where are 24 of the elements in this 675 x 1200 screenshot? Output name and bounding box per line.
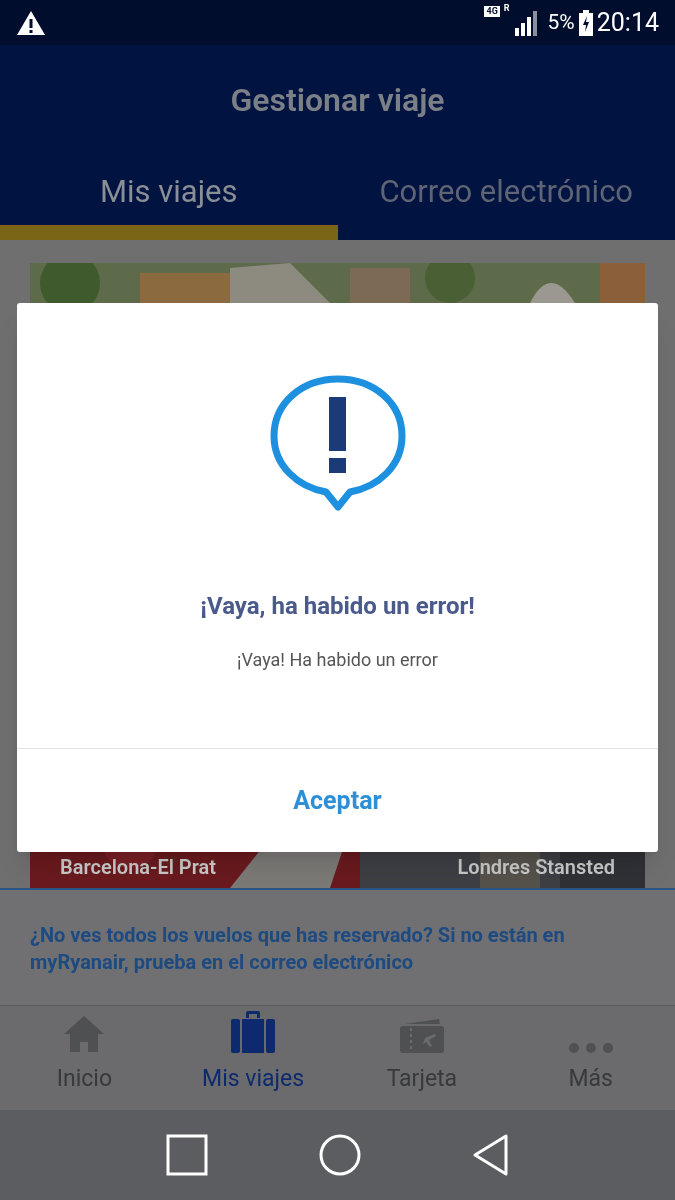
dialog-title: ¡Vaya, ha habido un error! xyxy=(200,591,475,622)
info-link[interactable]: ¿No ves todos los vuelos que has reservado? Si no están en myRyanair, prueba en el correo electrónico xyxy=(30,922,645,976)
network-label: 4G xyxy=(484,5,500,17)
recents-icon[interactable] xyxy=(165,1134,208,1176)
battery-icon xyxy=(578,9,593,36)
alert-bubble-icon xyxy=(269,375,406,511)
tab[interactable]: Mis viajes xyxy=(0,155,338,240)
dialog-message: ¡Vaya! Ha habido un error xyxy=(237,648,438,672)
boarding-pass-icon xyxy=(398,1017,445,1054)
roaming-label: R xyxy=(503,3,510,13)
warning-icon xyxy=(16,9,46,36)
more-icon xyxy=(567,1041,614,1054)
clock: 20:14 xyxy=(596,6,659,39)
destination-airport: Londres Stansted xyxy=(457,854,615,881)
page-title: Gestionar viaje xyxy=(230,80,445,121)
accept-button[interactable]: Aceptar xyxy=(269,773,406,828)
back-icon[interactable] xyxy=(471,1134,510,1176)
suitcase-icon xyxy=(230,1009,277,1054)
battery-percent: 5% xyxy=(547,8,575,36)
origin-airport: Barcelona-El Prat xyxy=(60,854,216,881)
home-circle-icon[interactable] xyxy=(318,1134,361,1176)
nav-item[interactable]: Mis viajes xyxy=(168,1006,338,1110)
signal-icon xyxy=(513,9,540,36)
tab[interactable]: Correo electrónico xyxy=(337,155,675,240)
